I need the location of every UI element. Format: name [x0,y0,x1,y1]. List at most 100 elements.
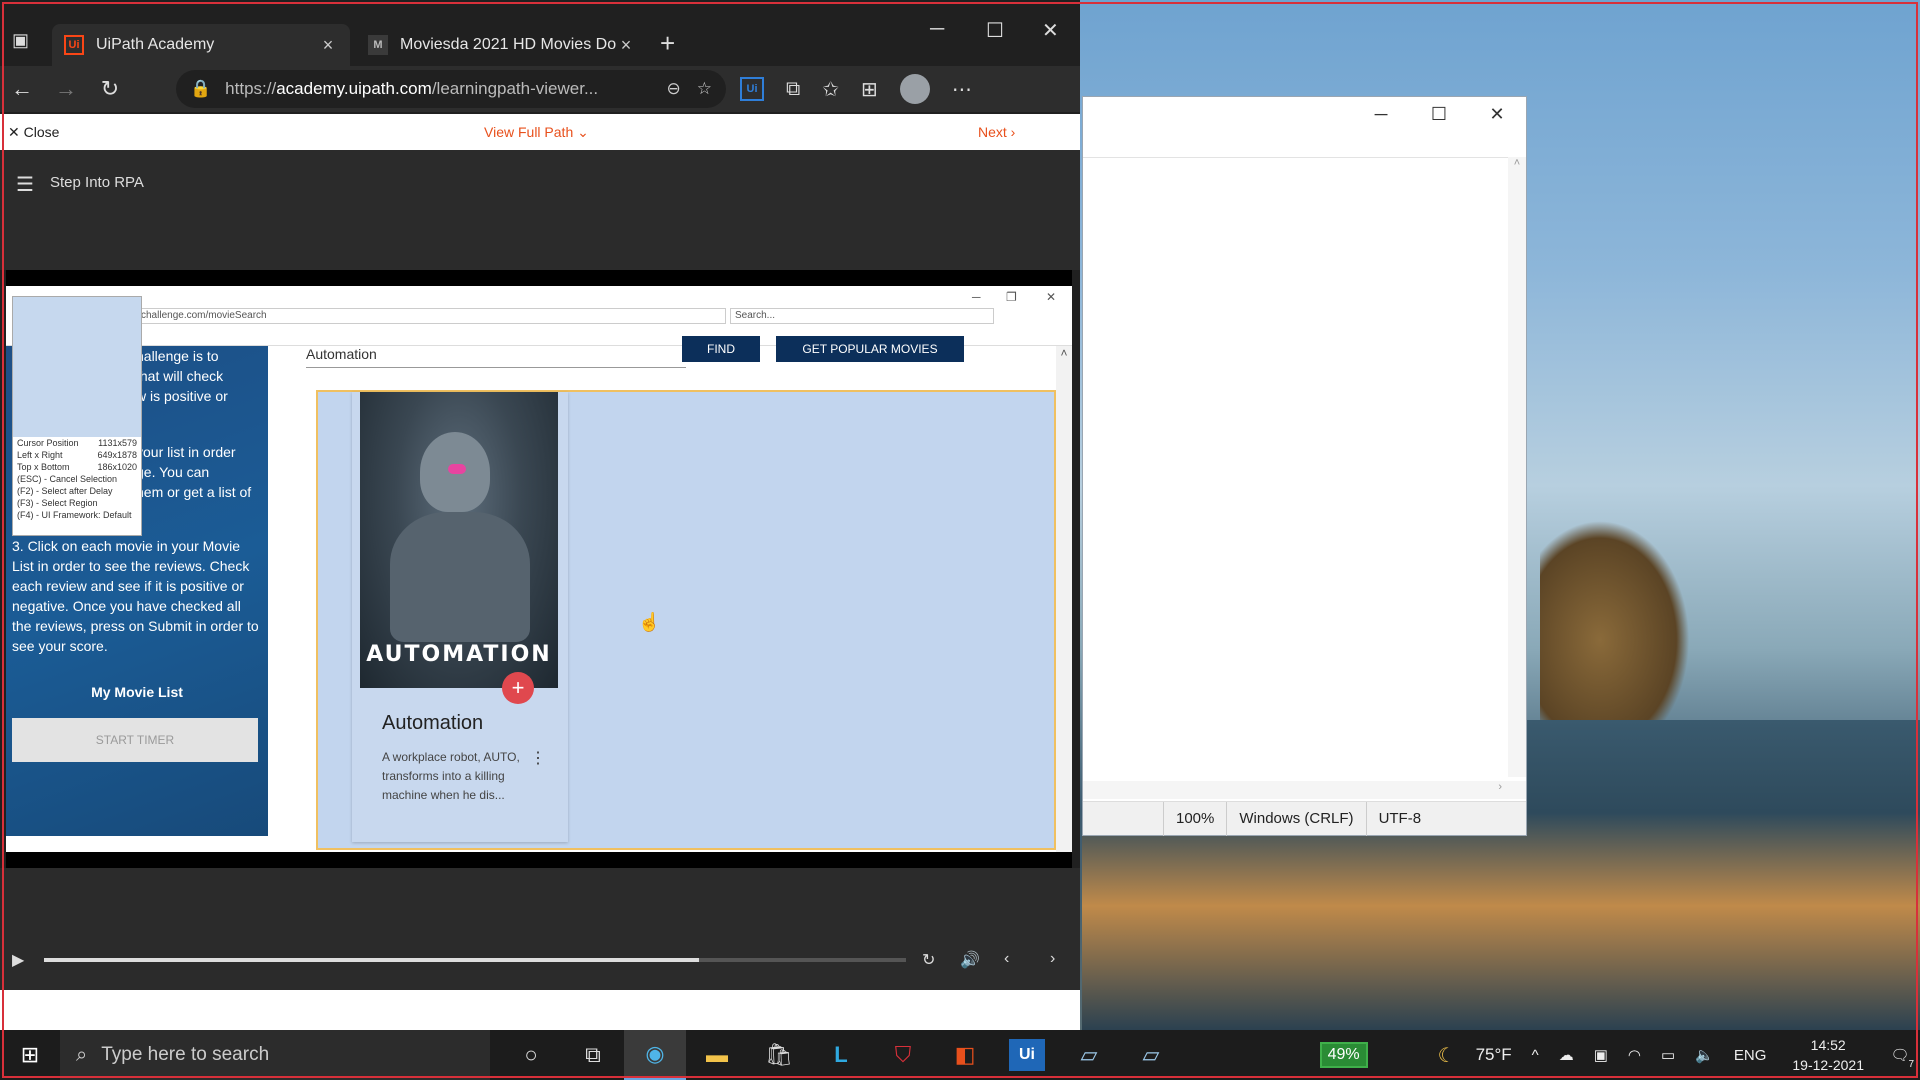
taskbar-apps: ○ ⧉ ◉ ▬ 🛍 L ⛉ ◧ Ui ▱ ▱ [500,1030,1182,1080]
maximize-icon[interactable]: ☐ [1410,104,1468,125]
maximize-icon[interactable]: ☐ [986,18,1004,43]
tab-actions-icon[interactable]: ▣ [12,30,34,50]
clock-date: 19-12-2021 [1792,1057,1864,1073]
encoding: UTF-8 [1365,801,1434,836]
instruction-fragment: hem or get a list of [136,484,252,500]
minimize-icon[interactable]: ─ [1352,104,1410,125]
collections-icon[interactable]: ⊞ [861,77,878,102]
add-favorite-icon[interactable]: ☆ [697,79,712,99]
lock-icon[interactable]: 🔒 [190,79,211,99]
replay-icon[interactable]: ↻ [922,950,935,970]
back-icon[interactable]: ← [0,76,44,102]
notepad-text-area[interactable] [1083,157,1526,797]
chevron-up-icon[interactable]: ^ [1532,1047,1539,1064]
refresh-icon[interactable]: ↻ [88,76,132,102]
tab-label: Moviesda 2021 HD Movies Down [400,36,616,53]
previous-icon[interactable]: ‹ [1004,950,1009,968]
progress-bar[interactable] [44,958,906,962]
new-tab-icon[interactable]: + [660,30,675,56]
view-full-path-button[interactable]: View Full Path ⌄ [484,124,589,141]
address-bar[interactable]: 🔒 https://academy.uipath.com/learningpat… [176,70,726,108]
course-header: ☰ Step Into RPA [0,150,1080,270]
temperature[interactable]: 75°F [1476,1045,1512,1065]
notification-count: 7 [1908,1059,1914,1070]
my-movie-list-heading: My Movie List [91,684,183,700]
hand-cursor-icon: ☝ [638,612,661,632]
uipath-favicon-icon: Ui [64,35,84,55]
battery-icon[interactable]: ▭ [1661,1046,1675,1064]
notepad-icon-2[interactable]: ▱ [1120,1030,1182,1080]
tab-close-icon[interactable]: × [616,35,636,56]
more-icon[interactable]: ⋯ [952,77,972,102]
search-icon: ⌕ [76,1043,88,1066]
notepad-horizontal-scrollbar[interactable]: › [1083,781,1526,799]
clock-time: 14:52 [1810,1037,1846,1053]
close-icon[interactable]: ✕ [1468,104,1526,125]
weather-moon-icon[interactable]: ☾ [1438,1043,1456,1068]
play-icon[interactable]: ▶ [12,950,24,970]
tooltip-key: (F4) - UI Framework: Default [17,510,132,520]
line-ending: Windows (CRLF) [1226,801,1365,836]
cortana-icon[interactable]: ○ [500,1030,562,1080]
wifi-icon[interactable]: ◠ [1628,1046,1641,1064]
store-icon[interactable]: 🛍 [748,1030,810,1080]
uipath-studio-icon[interactable]: Ui [1009,1039,1045,1071]
file-explorer-icon[interactable]: ▬ [686,1030,748,1080]
battery-indicator[interactable]: 49% [1319,1042,1368,1068]
movie-favicon-icon: M [368,35,388,55]
video-frame: ─ ❐ ✕ challenge.com/movieSearch Search..… [6,286,1072,852]
notification-icon[interactable]: 🗨 7 [1880,1046,1920,1070]
player-controls: ▶ ↻ 🔊 ‹ › [0,868,1080,990]
tab-close-icon[interactable]: × [318,35,338,56]
l-app-icon[interactable]: L [810,1030,872,1080]
forward-icon[interactable]: → [44,76,88,102]
menu-icon[interactable]: ☰ [16,172,34,197]
office-icon[interactable]: ◧ [934,1030,996,1080]
tooltip-key: (F3) - Select Region [17,498,98,508]
instruction-fragment: that will check [136,368,224,384]
progress-fill [44,958,700,962]
speaker-icon[interactable]: 🔈 [1695,1046,1714,1064]
robot-body [390,512,530,642]
volume-icon[interactable]: 🔊 [960,950,980,970]
ie-close-icon: ✕ [1046,290,1057,304]
desktop-rock [1540,520,1690,720]
close-icon[interactable]: ✕ [1042,18,1059,43]
notepad-vertical-scrollbar[interactable]: ˄ [1508,157,1526,777]
notepad-icon[interactable]: ▱ [1058,1030,1120,1080]
add-to-list-button: + [502,672,534,704]
tooltip-row: Cursor Position 1131x579 [17,438,137,448]
minimize-icon[interactable]: ─ [930,18,944,41]
windows-start-icon[interactable]: ⊞ [0,1042,60,1068]
tab-uipath-academy[interactable]: Ui UiPath Academy × [52,24,350,66]
zoom-out-icon[interactable]: ⊖ [667,79,681,99]
system-tray: 49% ☾ 75°F ^ ☁ ▣ ◠ ▭ 🔈 ENG 14:52 19-12-2… [1319,1030,1920,1080]
extensions-icon[interactable]: ⧉ [786,78,800,101]
tooltip-key: (ESC) - Cancel Selection [17,474,118,484]
close-lesson-button[interactable]: ✕ Close [8,124,59,141]
mcafee-icon[interactable]: ⛉ [872,1030,934,1080]
next-button[interactable]: Next › [978,124,1015,140]
movie-poster: AUTOMATION [360,392,558,688]
start-timer-button: START TIMER [12,718,258,762]
uipath-extension-icon[interactable]: Ui [740,77,764,101]
more-vert-icon: ⋮ [530,750,546,767]
instruction-fragment: hallenge is to [136,348,219,364]
clock[interactable]: 14:52 19-12-2021 [1792,1035,1864,1075]
onedrive-icon[interactable]: ☁ [1559,1046,1574,1064]
instruction-step-3: 3. Click on each movie in your Movie Lis… [12,538,259,654]
notepad-statusbar: 100% Windows (CRLF) UTF-8 [1083,801,1526,836]
favorites-icon[interactable]: ✩ [822,77,839,102]
language-indicator[interactable]: ENG [1734,1047,1767,1064]
profile-avatar[interactable] [899,74,930,104]
video-player[interactable]: ─ ❐ ✕ challenge.com/movieSearch Search..… [6,270,1072,868]
page-scrollbar: ˄ [1056,346,1072,852]
next-slide-icon[interactable]: › [1050,950,1055,968]
search-placeholder: Type here to search [101,1044,270,1065]
edge-icon[interactable]: ◉ [624,1030,686,1080]
tab-moviesda[interactable]: M Moviesda 2021 HD Movies Down × [356,24,648,66]
meet-icon[interactable]: ▣ [1594,1046,1608,1064]
taskbar-search[interactable]: ⌕ Type here to search [60,1030,490,1080]
task-view-icon[interactable]: ⧉ [562,1030,624,1080]
instruction-fragment: your list in order [136,444,236,460]
